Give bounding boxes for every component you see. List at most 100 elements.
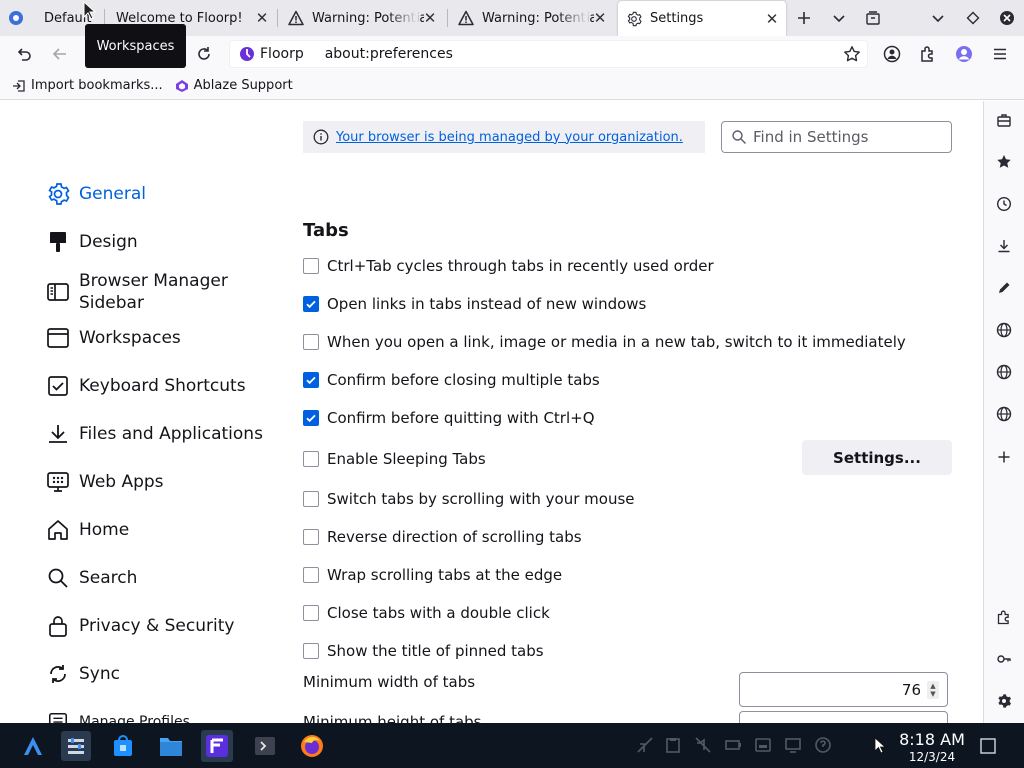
floorp-taskbar-icon[interactable] — [201, 730, 233, 762]
hamburger-menu-icon[interactable] — [988, 42, 1012, 66]
passwords-key-icon[interactable] — [992, 647, 1016, 671]
checkbox[interactable] — [303, 643, 319, 659]
category-browser-manager-sidebar[interactable]: Browser Manager Sidebar — [45, 270, 229, 314]
category-web-apps[interactable]: Web Apps — [45, 469, 164, 495]
tab-warning-1[interactable]: Warning: Potential Security Risk ✕ — [280, 0, 444, 36]
close-window-icon[interactable] — [995, 6, 1019, 30]
option-confirm-closing-tabs[interactable]: Confirm before closing multiple tabs — [303, 371, 600, 389]
firefox-icon[interactable] — [297, 731, 327, 761]
close-tab-icon[interactable]: ✕ — [422, 10, 438, 26]
back-arrow-icon[interactable] — [48, 42, 72, 66]
option-reverse-scroll[interactable]: Reverse direction of scrolling tabs — [303, 528, 582, 546]
checkbox[interactable] — [303, 451, 319, 467]
category-design[interactable]: Design — [45, 229, 138, 255]
url-text[interactable]: about:preferences — [325, 46, 453, 62]
find-in-settings-input[interactable]: Find in Settings — [721, 121, 952, 153]
tray-help-icon[interactable] — [814, 736, 832, 754]
list-all-tabs-icon[interactable] — [827, 6, 851, 30]
category-label: Files and Applications — [79, 424, 263, 444]
container-tab-icon[interactable] — [861, 6, 885, 30]
category-manage-profiles[interactable]: Manage Profiles — [45, 709, 190, 723]
category-home[interactable]: Home — [45, 517, 129, 543]
tray-volume-muted-icon[interactable] — [694, 736, 712, 754]
downloads-icon[interactable] — [992, 234, 1016, 258]
sleeping-tabs-settings-button[interactable]: Settings... — [802, 440, 952, 475]
tray-display-icon[interactable] — [784, 736, 802, 754]
identity-box[interactable]: Floorp — [239, 46, 304, 62]
bookmark-import[interactable]: Import bookmarks... — [12, 78, 163, 93]
web-panel-globe-icon[interactable] — [992, 360, 1016, 384]
gear-icon — [45, 181, 71, 207]
checkbox[interactable] — [303, 605, 319, 621]
terminal-icon[interactable] — [250, 731, 280, 761]
tray-network-icon[interactable] — [636, 736, 654, 754]
url-bar[interactable]: Floorp about:preferences — [229, 40, 868, 68]
checkbox[interactable] — [303, 296, 319, 312]
tab-settings[interactable]: Settings ✕ — [618, 1, 786, 36]
category-general[interactable]: General — [45, 181, 146, 207]
checkbox[interactable] — [303, 334, 319, 350]
maximize-window-icon[interactable] — [961, 6, 985, 30]
category-sync[interactable]: Sync — [45, 661, 120, 687]
checkbox[interactable] — [303, 567, 319, 583]
policy-link[interactable]: Your browser is being managed by your or… — [336, 130, 683, 145]
history-clock-icon[interactable] — [992, 192, 1016, 216]
sidebar-addons-puzzle-icon[interactable] — [992, 605, 1016, 629]
checkbox[interactable] — [303, 258, 319, 274]
software-store-icon[interactable] — [108, 731, 138, 761]
add-panel-plus-icon[interactable] — [992, 445, 1016, 469]
option-confirm-quitting[interactable]: Confirm before quitting with Ctrl+Q — [303, 409, 595, 427]
briefcase-icon[interactable] — [992, 108, 1016, 132]
window-icon — [45, 325, 71, 351]
pencil-notes-icon[interactable] — [992, 276, 1016, 300]
option-ctrl-tab-cycles[interactable]: Ctrl+Tab cycles through tabs in recently… — [303, 257, 714, 275]
checkbox[interactable] — [303, 372, 319, 388]
tab-warning-2[interactable]: Warning: Potential Security Risk ✕ — [450, 0, 614, 36]
bookmark-star-icon[interactable] — [843, 45, 861, 67]
taskbar-clock[interactable]: 8:18 AM 12/3/24 — [894, 730, 970, 764]
file-manager-icon[interactable] — [156, 731, 186, 761]
close-tab-icon[interactable]: ✕ — [592, 10, 608, 26]
option-open-links-in-tabs[interactable]: Open links in tabs instead of new window… — [303, 295, 646, 313]
option-scroll-switch-tabs[interactable]: Switch tabs by scrolling with your mouse — [303, 490, 635, 508]
profile-avatar-icon[interactable] — [952, 42, 976, 66]
tray-clipboard-icon[interactable] — [664, 736, 682, 754]
option-enable-sleeping-tabs[interactable]: Enable Sleeping Tabs — [303, 450, 486, 468]
close-tab-icon[interactable]: ✕ — [254, 10, 270, 26]
category-files-and-applications[interactable]: Files and Applications — [45, 421, 263, 447]
option-wrap-scroll[interactable]: Wrap scrolling tabs at the edge — [303, 566, 562, 584]
account-icon[interactable] — [880, 42, 904, 66]
category-search[interactable]: Search — [45, 565, 137, 591]
sidebar-settings-gear-icon[interactable] — [992, 689, 1016, 713]
category-workspaces[interactable]: Workspaces — [45, 325, 181, 351]
show-desktop-icon[interactable] — [979, 737, 997, 755]
reload-icon[interactable] — [192, 42, 216, 66]
category-privacy-security[interactable]: Privacy & Security — [45, 613, 234, 639]
option-switch-to-new-tab[interactable]: When you open a link, image or media in … — [303, 333, 906, 351]
tray-disk-icon[interactable] — [754, 736, 772, 754]
web-panel-globe-icon[interactable] — [992, 318, 1016, 342]
category-keyboard-shortcuts[interactable]: Keyboard Shortcuts — [45, 373, 246, 399]
spinner-arrows-icon[interactable]: ▲ ▼ — [927, 680, 939, 699]
option-show-pinned-title[interactable]: Show the title of pinned tabs — [303, 642, 544, 660]
checkbox[interactable] — [303, 491, 319, 507]
web-panel-globe-icon[interactable] — [992, 402, 1016, 426]
new-tab-icon[interactable] — [792, 6, 816, 30]
category-label: Browser Manager Sidebar — [79, 271, 228, 313]
checkbox[interactable] — [303, 410, 319, 426]
info-icon — [313, 129, 329, 145]
system-settings-icon[interactable] — [61, 731, 91, 761]
checkbox[interactable] — [303, 529, 319, 545]
bookmarks-star-icon[interactable] — [992, 150, 1016, 174]
import-icon — [13, 79, 25, 92]
tray-battery-icon[interactable] — [724, 736, 742, 754]
undo-close-tab-icon[interactable] — [12, 42, 36, 66]
bookmark-ablaze-support[interactable]: Ablaze Support — [175, 78, 293, 93]
option-close-double-click[interactable]: Close tabs with a double click — [303, 604, 550, 622]
extensions-puzzle-icon[interactable] — [916, 42, 940, 66]
close-tab-icon[interactable]: ✕ — [764, 11, 780, 27]
min-width-input[interactable]: 76 ▲ ▼ — [739, 672, 948, 707]
min-height-input[interactable] — [739, 711, 948, 723]
minimize-window-icon[interactable] — [926, 6, 950, 30]
app-launcher-icon[interactable] — [18, 731, 48, 761]
